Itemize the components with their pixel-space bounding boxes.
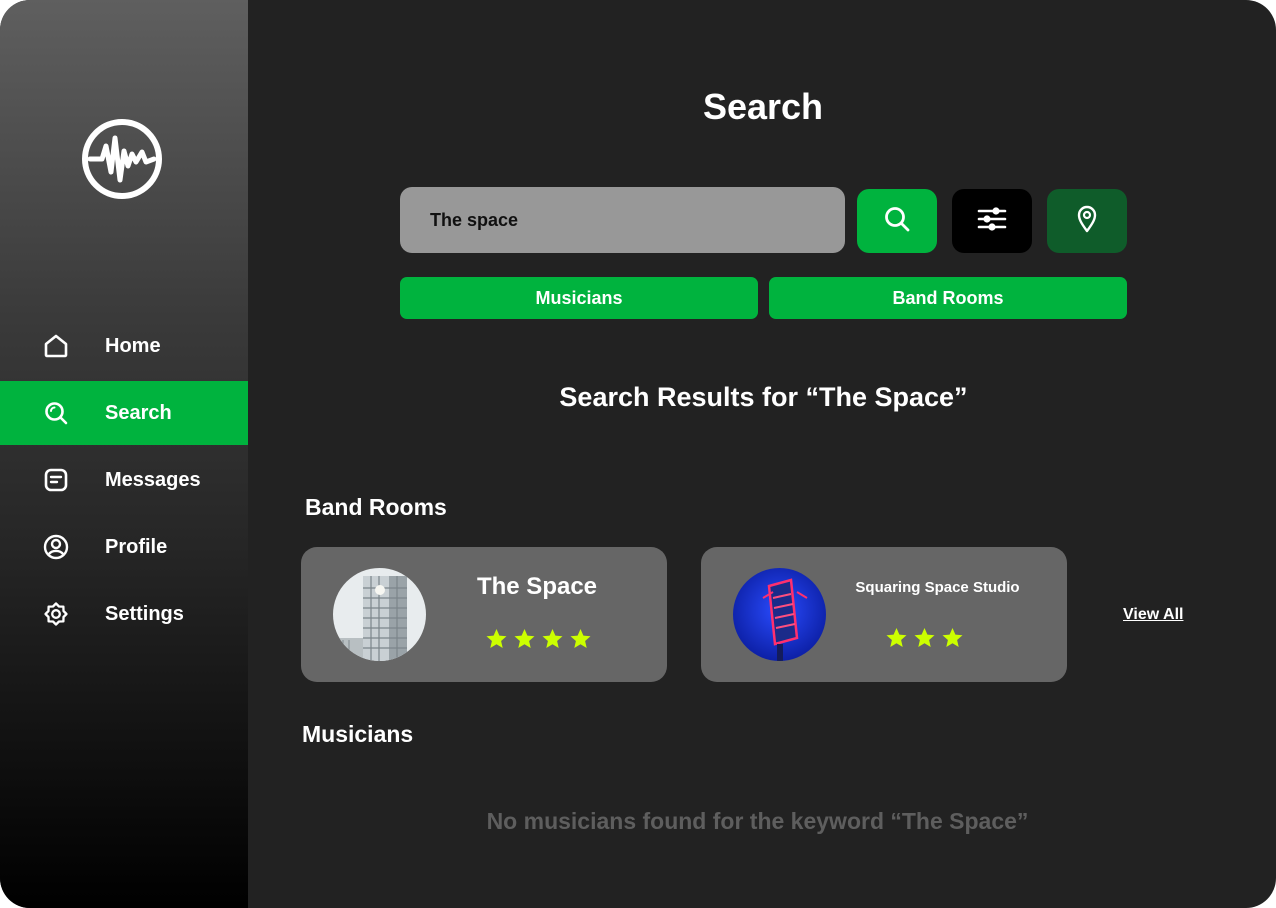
star-icon xyxy=(914,628,935,647)
message-icon xyxy=(42,466,70,494)
filter-sliders-icon xyxy=(977,206,1007,237)
star-icon xyxy=(886,628,907,647)
sidebar-item-settings[interactable]: Settings xyxy=(0,582,248,646)
sidebar-item-label: Search xyxy=(105,401,172,424)
star-rating xyxy=(884,626,965,650)
sidebar-item-label: Home xyxy=(105,334,161,357)
results-heading: Search Results for “The Space” xyxy=(559,382,968,412)
search-bar[interactable] xyxy=(400,187,845,253)
search-icon xyxy=(883,205,911,238)
search-input[interactable] xyxy=(430,209,845,231)
sidebar-item-label: Profile xyxy=(105,535,168,558)
tab-band-rooms[interactable]: Band Rooms xyxy=(769,277,1127,319)
empty-state-message: No musicians found for the keyword “The … xyxy=(486,808,1029,834)
star-icon xyxy=(514,629,535,648)
band-room-card[interactable]: The Space xyxy=(301,547,667,682)
band-room-card[interactable]: Squaring Space Studio xyxy=(701,547,1067,682)
musicians-heading: Musicians xyxy=(302,721,414,747)
sidebar: Home Search Messages Profile Settings xyxy=(0,0,248,908)
page-title: Search xyxy=(702,86,824,127)
band-room-photo xyxy=(333,568,426,661)
user-circle-icon xyxy=(42,533,70,561)
app-window: Home Search Messages Profile Settings Se… xyxy=(0,0,1276,908)
star-icon xyxy=(942,628,963,647)
star-icon xyxy=(570,629,591,648)
star-rating xyxy=(484,627,593,651)
view-all-link[interactable]: View All xyxy=(1123,606,1183,624)
band-rooms-heading: Band Rooms xyxy=(305,494,447,520)
star-icon xyxy=(486,629,507,648)
band-room-name: The Space xyxy=(476,573,598,600)
soundwave-logo-icon[interactable] xyxy=(80,118,164,200)
sidebar-item-profile[interactable]: Profile xyxy=(0,515,248,579)
gear-icon xyxy=(42,600,70,628)
sidebar-item-home[interactable]: Home xyxy=(0,314,248,378)
location-pin-icon xyxy=(1076,205,1098,238)
home-icon xyxy=(42,332,70,360)
band-room-photo xyxy=(733,568,826,661)
filter-button[interactable] xyxy=(952,189,1032,253)
location-button[interactable] xyxy=(1047,189,1127,253)
tab-musicians[interactable]: Musicians xyxy=(400,277,758,319)
search-icon xyxy=(42,399,70,427)
sidebar-item-messages[interactable]: Messages xyxy=(0,448,248,512)
band-room-name: Squaring Space Studio xyxy=(855,579,1020,596)
sidebar-item-search[interactable]: Search xyxy=(0,381,248,445)
sidebar-item-label: Settings xyxy=(105,602,184,625)
sidebar-item-label: Messages xyxy=(105,468,201,491)
star-icon xyxy=(542,629,563,648)
search-button[interactable] xyxy=(857,189,937,253)
